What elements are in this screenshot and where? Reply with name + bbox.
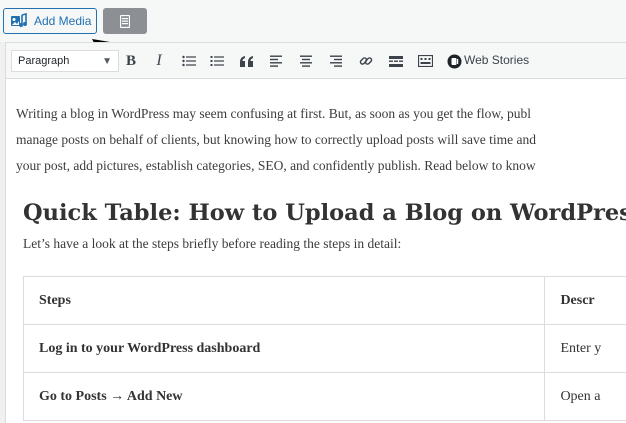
intro-line-2: manage posts on behalf of clients, but k… xyxy=(16,132,537,147)
format-select[interactable]: Paragraph ▼ xyxy=(11,50,119,72)
numbered-list-icon xyxy=(210,56,224,66)
document-icon xyxy=(120,14,130,28)
italic-icon: I xyxy=(156,52,162,69)
web-stories-icon xyxy=(447,54,461,68)
align-right-icon xyxy=(330,55,342,67)
intro-line-1: Writing a blog in WordPress may seem con… xyxy=(16,106,532,121)
section-heading: Quick Table: How to Upload a Blog on Wor… xyxy=(23,200,626,226)
table-cell: Log in to your WordPress dashboard xyxy=(22,324,546,373)
editor-toolbar: Paragraph ▼ B I Web Stories xyxy=(6,43,626,79)
document-block-button[interactable] xyxy=(103,8,147,34)
table-cell: Go to Posts → Add New xyxy=(22,372,546,421)
table-cell: Open a xyxy=(544,372,626,421)
section-subtext: Let’s have a look at the steps briefly b… xyxy=(23,236,402,251)
chevron-down-icon: ▼ xyxy=(102,56,112,67)
bulleted-list-icon xyxy=(182,55,196,67)
align-left-button[interactable] xyxy=(268,52,284,70)
align-center-icon xyxy=(300,55,312,67)
table-row: Go to Posts → Add New Open a xyxy=(22,372,626,421)
insert-link-button[interactable] xyxy=(358,52,374,70)
table-header-description: Descr xyxy=(544,276,626,325)
table-row: Log in to your WordPress dashboard Enter… xyxy=(22,324,626,373)
table-header-row: Steps Descr xyxy=(22,276,626,325)
bold-icon: B xyxy=(125,52,136,69)
blockquote-button[interactable] xyxy=(239,52,255,70)
add-media-button[interactable]: Add Media xyxy=(3,8,97,34)
toolbar-toggle-button[interactable] xyxy=(417,52,433,70)
align-center-button[interactable] xyxy=(298,52,314,70)
italic-button[interactable]: I xyxy=(152,52,166,70)
read-more-button[interactable] xyxy=(388,52,404,70)
media-icon xyxy=(11,13,27,27)
add-media-label: Add Media xyxy=(34,14,92,28)
format-select-value: Paragraph xyxy=(18,55,70,67)
quote-icon xyxy=(240,55,253,67)
web-stories-button[interactable] xyxy=(446,52,462,70)
intro-line-3: your post, add pictures, establish categ… xyxy=(16,158,536,173)
bulleted-list-button[interactable] xyxy=(181,52,197,70)
table-header-steps: Steps xyxy=(22,276,546,325)
steps-table: Steps Descr Log in to your WordPress das… xyxy=(22,276,626,421)
numbered-list-button[interactable] xyxy=(209,52,225,70)
keyboard-icon xyxy=(417,55,433,67)
align-right-button[interactable] xyxy=(328,52,344,70)
align-left-icon xyxy=(270,55,282,67)
link-icon xyxy=(359,57,373,65)
bold-button[interactable]: B xyxy=(124,52,138,70)
table-cell: Enter y xyxy=(544,324,626,373)
web-stories-label: Web Stories xyxy=(464,53,530,67)
read-more-icon xyxy=(389,55,403,67)
